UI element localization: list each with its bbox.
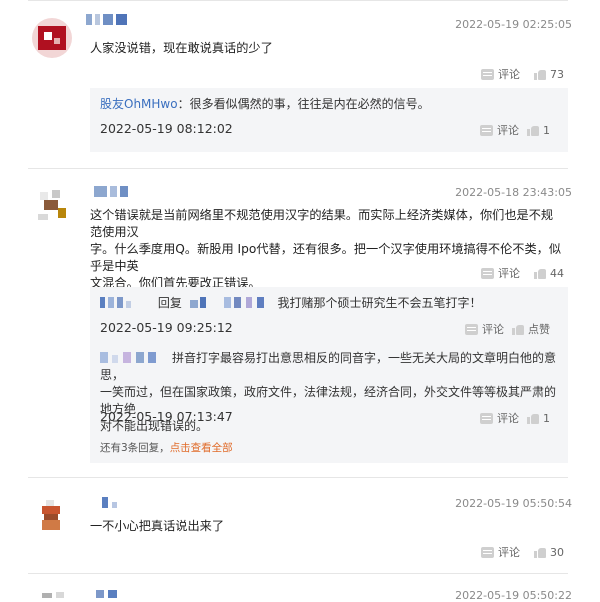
reply-actions: 评论 点赞: [465, 321, 550, 337]
reply-actions: 评论 1: [480, 122, 550, 138]
reply-target[interactable]: [186, 297, 274, 308]
reply-comment-button[interactable]: 评论: [497, 410, 519, 426]
comment-time: 2022-05-18 23:43:05: [455, 186, 572, 199]
like-icon[interactable]: [534, 69, 546, 80]
comment-icon[interactable]: [465, 323, 478, 335]
reply-like-count[interactable]: 1: [543, 124, 550, 137]
comment-icon[interactable]: [480, 124, 493, 136]
reply-comment-button[interactable]: 评论: [497, 122, 519, 138]
comment-icon[interactable]: [481, 267, 494, 279]
avatar[interactable]: [38, 496, 78, 536]
reply-like-count[interactable]: 1: [543, 412, 550, 425]
comment-actions: 评论 73: [481, 66, 564, 82]
reply-author[interactable]: 股友OhMHwo: [100, 97, 178, 111]
like-count[interactable]: 44: [550, 267, 564, 280]
more-replies: 还有3条回复，点击查看全部: [100, 440, 233, 455]
comment-text-line: 这个错误就是当前网络里不规范使用汉字的结果。而实际上经济类媒体，你们也是不规范使…: [90, 208, 554, 239]
comment-button[interactable]: 评论: [498, 66, 520, 82]
reply-time: 2022-05-19 08:12:02: [100, 121, 233, 136]
like-icon[interactable]: [512, 324, 524, 335]
reply-time: 2022-05-19 09:25:12: [100, 320, 233, 335]
like-count[interactable]: 30: [550, 546, 564, 559]
comment-button[interactable]: 评论: [498, 544, 520, 560]
view-all-link[interactable]: 点击查看全部: [170, 442, 233, 454]
like-count[interactable]: 73: [550, 68, 564, 81]
comment-icon[interactable]: [481, 546, 494, 558]
reply-box: 股友OhMHwo：很多看似偶然的事，往往是内在必然的信号。 2022-05-19…: [90, 88, 568, 152]
reply-word: 回复: [157, 296, 182, 310]
avatar[interactable]: [32, 18, 72, 58]
reply-box: 回复 我打赌那个硕士研究生不会五笔打字！ 2022-05-19 09:25:12…: [90, 287, 568, 463]
comment-icon[interactable]: [481, 68, 494, 80]
divider: [28, 477, 568, 478]
reply-author[interactable]: [100, 297, 154, 308]
comment-time: 2022-05-19 05:50:22: [455, 589, 572, 602]
reply-comment-button[interactable]: 评论: [482, 321, 504, 337]
divider: [28, 168, 568, 169]
like-icon[interactable]: [527, 125, 539, 136]
comment-button[interactable]: 评论: [498, 265, 520, 281]
divider: [28, 0, 568, 1]
comment-actions: 评论 44: [481, 265, 564, 281]
divider: [28, 573, 568, 574]
reply-line: 回复 我打赌那个硕士研究生不会五笔打字！: [100, 295, 558, 312]
reply-text: 我打赌那个硕士研究生不会五笔打字！: [277, 296, 482, 310]
comment-actions: 评论 30: [481, 544, 564, 560]
avatar[interactable]: [38, 589, 78, 598]
reply-text: ：很多看似偶然的事，往往是内在必然的信号。: [177, 97, 430, 111]
comment-icon[interactable]: [480, 412, 493, 424]
more-replies-text: 还有3条回复，: [100, 442, 170, 454]
comment-text: 一不小心把真话说出来了: [90, 519, 225, 533]
reply-like-count[interactable]: 点赞: [528, 321, 550, 337]
avatar[interactable]: [34, 186, 74, 226]
reply-author[interactable]: [100, 352, 172, 363]
comment-time: 2022-05-19 05:50:54: [455, 497, 572, 510]
like-icon[interactable]: [534, 268, 546, 279]
reply-actions: 评论 1: [480, 410, 550, 426]
comment-text: 人家没说错，现在敢说真话的少了: [90, 41, 273, 55]
comment-time: 2022-05-19 02:25:05: [455, 18, 572, 31]
reply-time: 2022-05-19 07:13:47: [100, 409, 233, 424]
like-icon[interactable]: [527, 413, 539, 424]
like-icon[interactable]: [534, 547, 546, 558]
reply-line: 股友OhMHwo：很多看似偶然的事，往往是内在必然的信号。: [100, 96, 558, 113]
